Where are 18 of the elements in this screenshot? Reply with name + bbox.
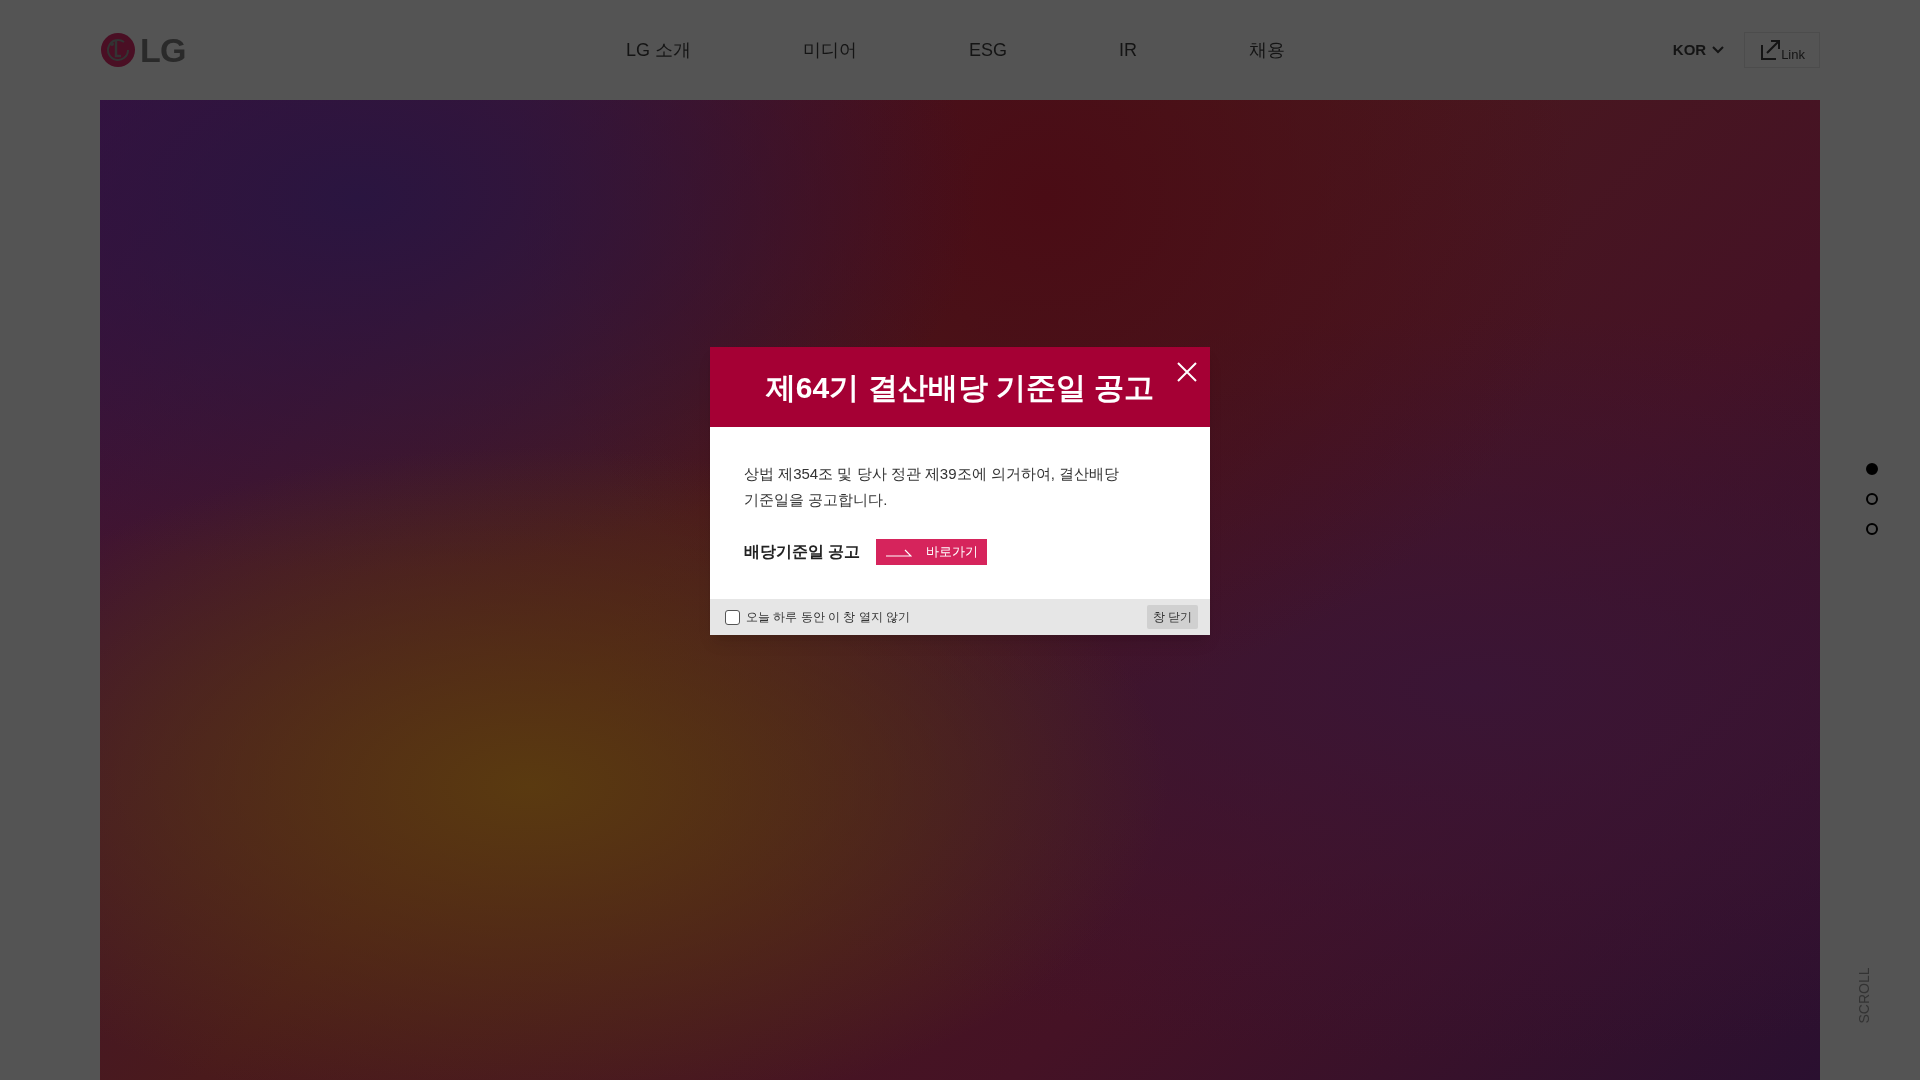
checkbox-label: 오늘 하루 동안 이 창 열지 않기 [746,609,910,626]
nav-link[interactable]: IR [1119,36,1138,64]
chevron-down-icon [1712,46,1725,54]
nav-link[interactable]: LG 소개 [626,36,691,64]
close-icon[interactable] [1176,361,1198,383]
language-selector[interactable]: KOR [1672,38,1725,62]
popup-message: 상법 제354조 및 당사 정관 제39조에 의거하여, 결산배당 기준일을 공고합니다. [744,464,1121,510]
close-window-button[interactable]: 창 닫기 [1146,605,1198,629]
nav-link[interactable]: ESG [969,36,1008,64]
shortcut-button[interactable]: 바로가기 [876,539,988,565]
nav-link[interactable]: 미디어 [803,36,857,64]
link-label: 배당기준일 공고 [744,542,861,562]
logo-face-icon [100,32,136,68]
link-button[interactable]: Link [1744,32,1820,68]
external-link-icon [1759,39,1782,61]
nav-link[interactable]: 채용 [1249,36,1286,64]
popup-title: 제64기 결산배당 기준일 공고 [765,369,1155,406]
checkbox[interactable] [725,609,740,625]
